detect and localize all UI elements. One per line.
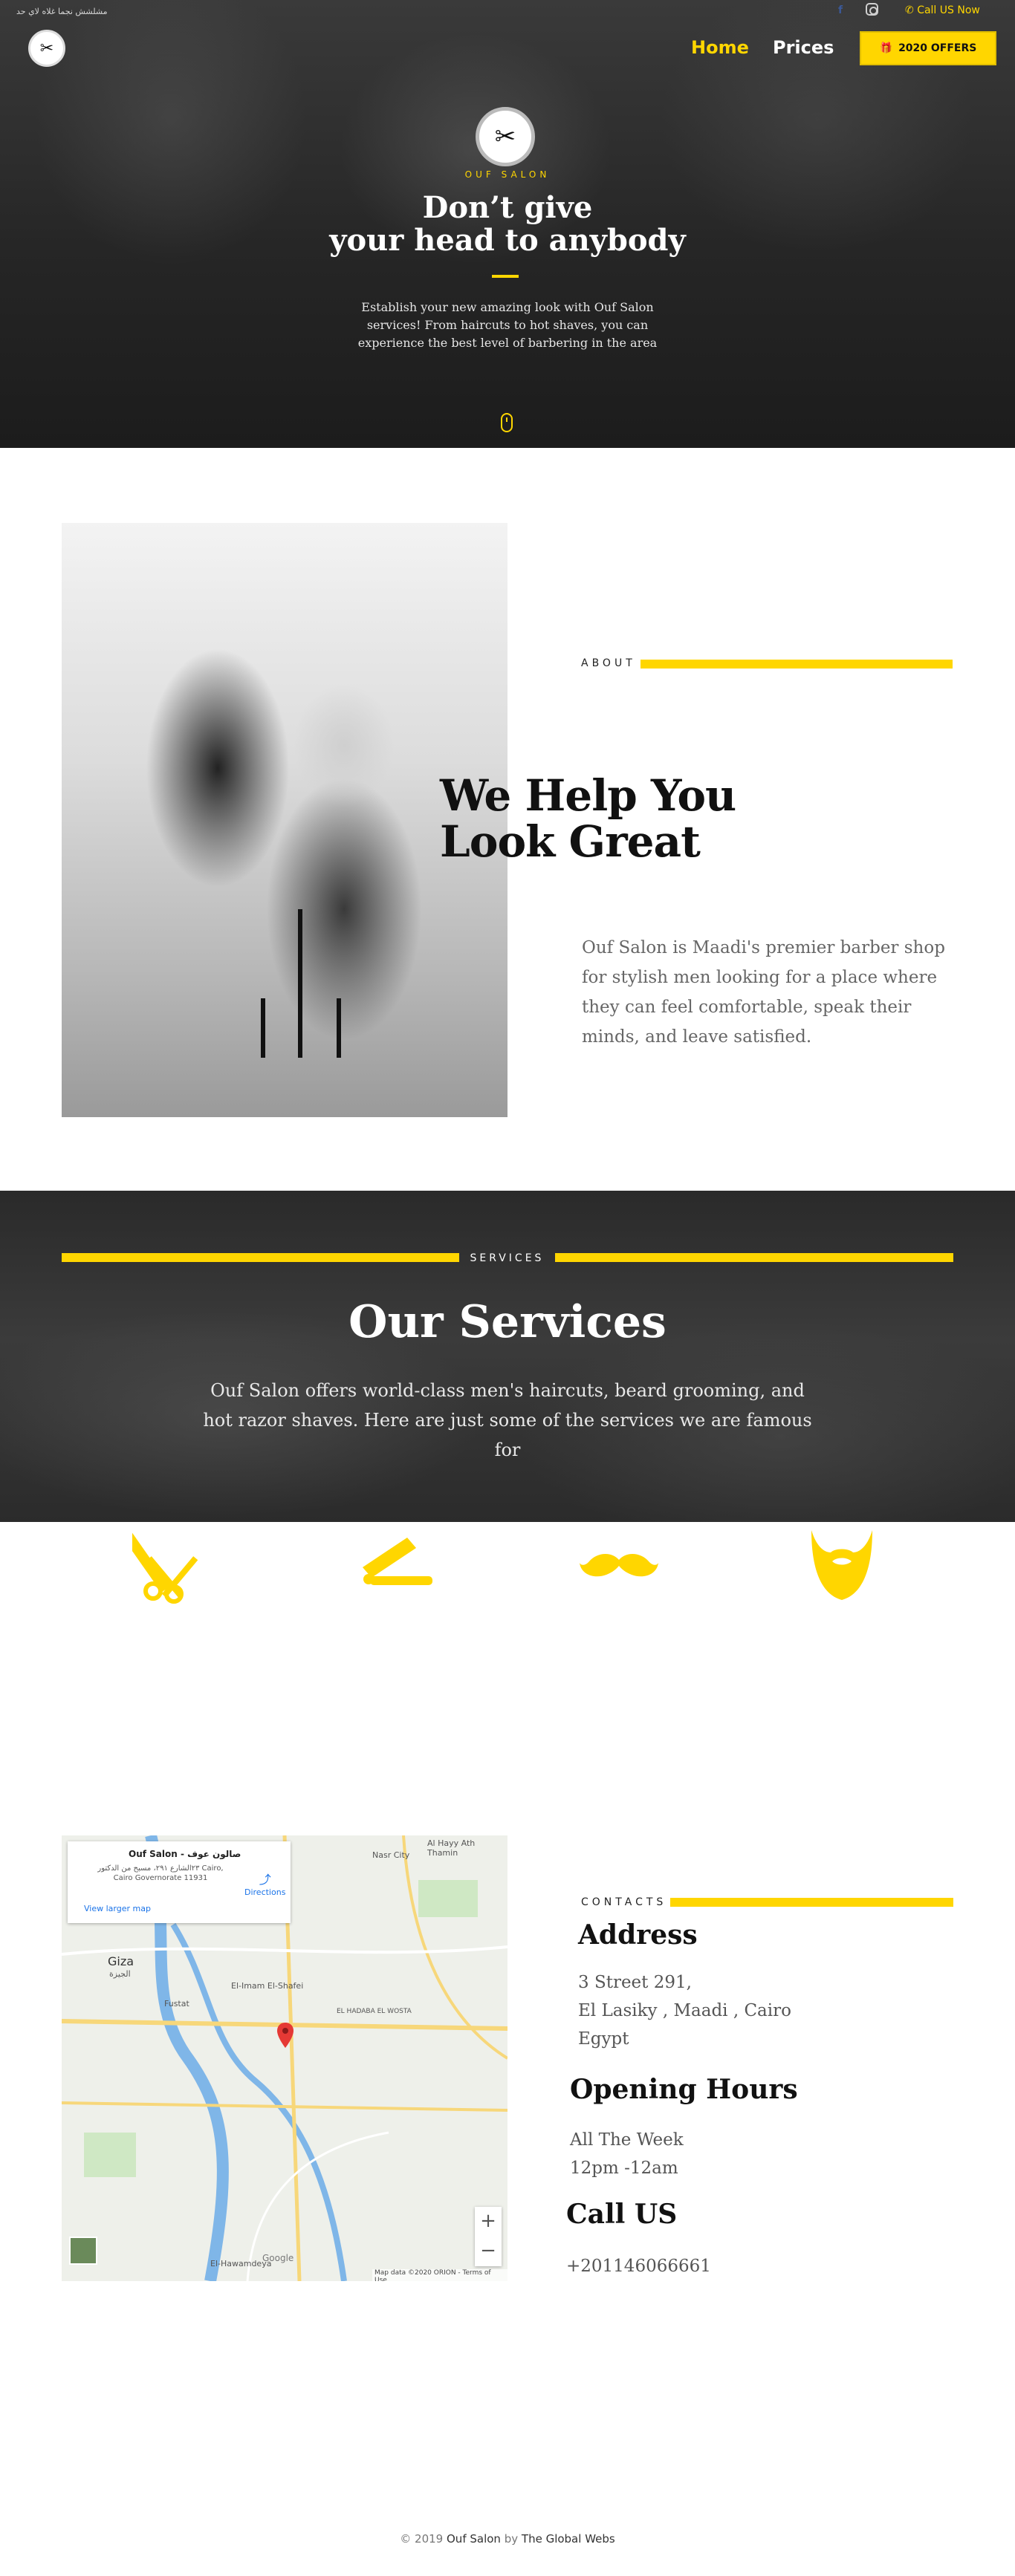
map-attribution[interactable]: Map data ©2020 ORION - Terms of Use <box>372 2269 507 2281</box>
hero-divider <box>492 275 519 278</box>
instagram-icon[interactable] <box>866 3 878 16</box>
about-accent-line <box>641 660 953 669</box>
map-directions-label: Directions <box>244 1887 286 1897</box>
facebook-icon[interactable]: f <box>838 4 843 16</box>
map-label-imam: El-Imam El-Shafei <box>231 1981 304 1991</box>
offers-button[interactable]: 🎁 2020 OFFERS <box>860 31 996 65</box>
map-pin-icon[interactable] <box>277 2023 294 2048</box>
call-title: Call US <box>566 2199 678 2230</box>
map-label-fustat: Fustat <box>164 1999 189 2009</box>
address-line1: 3 Street 291, <box>578 1973 692 1992</box>
hero-brand: OUF SALON <box>464 169 551 180</box>
contacts-label: CONTACTS <box>581 1896 667 1908</box>
footer-copyright: © 2019 <box>400 2532 444 2546</box>
about-text: Ouf Salon is Maadi's premier barber shop… <box>582 938 945 1047</box>
chair-leg <box>298 909 302 1058</box>
about-title-line2: Look Great <box>440 816 701 867</box>
hero-title-line2: your head to anybody <box>329 223 686 258</box>
hours-block: All The Week 12pm -12am <box>570 2126 684 2182</box>
services-text: Ouf Salon offers world-class men's hairc… <box>203 1380 812 1460</box>
scissors-comb-icon <box>132 1531 198 1604</box>
call-us-label: Call US Now <box>917 4 980 16</box>
razor-icon <box>363 1538 432 1585</box>
phone-number[interactable]: +201146066661 <box>566 2252 711 2280</box>
services-label: SERVICES <box>470 1252 545 1264</box>
about-title: We Help You Look Great <box>440 773 736 865</box>
services-title: Our Services <box>348 1296 667 1348</box>
map-place-address: ٢٣الشارع ٢٩١، مسبح من الدكتور Cairo, Cai… <box>97 1864 224 1882</box>
chair-leg <box>261 998 265 1058</box>
google-map[interactable]: Giza الجيزة Nasr City Al Hayy Ath Thamin… <box>62 1835 507 2281</box>
about-title-line1: We Help You <box>440 770 736 821</box>
hours-line2: 12pm -12am <box>570 2159 678 2178</box>
footer-company[interactable]: The Global Webs <box>522 2532 615 2546</box>
hero-title: Don’t give your head to anybody <box>0 192 1015 257</box>
map-zoom-controls: + − <box>475 2207 502 2266</box>
map-label-giza-ar: الجيزة <box>109 1969 131 1979</box>
map-label-nasr: Nasr City <box>372 1850 410 1860</box>
hero-title-line1: Don’t give <box>422 190 593 225</box>
footer-by: by <box>504 2532 519 2546</box>
hero-section: مشلشش نجما غلاه لاي حد f ✆ Call US Now ✂… <box>0 0 1015 448</box>
services-accent-line-left <box>62 1253 459 1262</box>
offers-label: 2020 OFFERS <box>898 42 977 54</box>
services-section <box>0 1191 1015 1522</box>
map-label-al-hayy: Al Hayy Ath Thamin <box>427 1838 476 1858</box>
map-label-harara: EL HADABA EL WOSTA <box>337 2008 412 2015</box>
google-logo: Google <box>262 2253 294 2263</box>
topbar-arabic-text: مشلشش نجما غلاه لاي حد <box>16 7 108 16</box>
map-satellite-toggle[interactable] <box>69 2237 97 2265</box>
nav-home[interactable]: Home <box>691 37 749 58</box>
map-larger-link[interactable]: View larger map <box>84 1904 151 1913</box>
map-place-title: Ouf Salon - صالون عوف <box>129 1849 241 1859</box>
map-label-giza: Giza <box>108 1954 134 1968</box>
hero-logo-icon: ✂ <box>476 107 535 166</box>
map-directions-link[interactable]: ⤴ Directions <box>244 1870 285 1897</box>
footer: © 2019 Ouf Salon by The Global Webs <box>0 2532 1015 2546</box>
hours-line1: All The Week <box>570 2130 684 2150</box>
hero-text: Establish your new amazing look with Ouf… <box>357 300 658 350</box>
address-block: 3 Street 291, El Lasiky , Maadi , Cairo … <box>578 1968 791 2053</box>
about-label: ABOUT <box>581 657 636 669</box>
nav-prices[interactable]: Prices <box>773 37 834 58</box>
call-us-link[interactable]: ✆ Call US Now <box>905 4 980 16</box>
map-zoom-out-button[interactable]: − <box>475 2237 502 2266</box>
chair-leg <box>337 998 341 1058</box>
logo-icon[interactable]: ✂ <box>28 30 65 67</box>
address-title: Address <box>578 1919 698 1951</box>
address-line2: El Lasiky , Maadi , Cairo <box>578 2001 791 2020</box>
mustache-icon <box>580 1553 658 1577</box>
map-place-card: Ouf Salon - صالون عوف ٢٣الشارع ٢٩١، مسبح… <box>68 1841 291 1923</box>
gift-icon: 🎁 <box>879 42 893 54</box>
services-accent-line-right <box>555 1253 953 1262</box>
contacts-accent-line <box>670 1898 953 1907</box>
scroll-mouse-icon[interactable] <box>501 413 513 432</box>
beard-icon <box>811 1530 872 1600</box>
footer-brand[interactable]: Ouf Salon <box>447 2532 501 2546</box>
phone-icon: ✆ <box>905 4 914 16</box>
hours-title: Opening Hours <box>570 2074 798 2105</box>
map-zoom-in-button[interactable]: + <box>475 2207 502 2237</box>
directions-icon: ⤴ <box>259 1873 271 1887</box>
address-line3: Egypt <box>578 2029 629 2049</box>
